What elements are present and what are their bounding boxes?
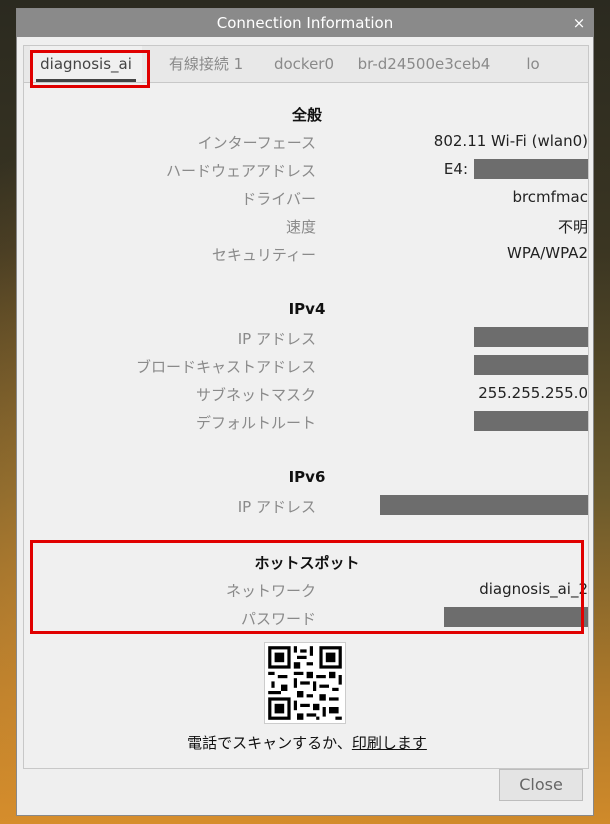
speed-label: 速度 bbox=[285, 218, 316, 236]
tab-wired-1[interactable]: 有線接続 1 bbox=[154, 46, 258, 82]
speed-value: 不明 bbox=[557, 218, 588, 236]
scan-text: 電話でスキャンするか、 bbox=[187, 734, 352, 752]
broadcast-address-redaction bbox=[474, 355, 588, 375]
hotspot-qr-code bbox=[264, 642, 346, 724]
broadcast-address-label: ブロードキャストアドレス bbox=[135, 358, 316, 376]
default-route-label: デフォルトルート bbox=[195, 414, 316, 432]
connection-notebook: diagnosis_ai 有線接続 1 docker0 br-d24500e3c… bbox=[23, 45, 589, 769]
ipv4-address-redaction bbox=[474, 327, 588, 347]
security-label: セキュリティー bbox=[211, 246, 316, 264]
tab-bar: diagnosis_ai 有線接続 1 docker0 br-d24500e3c… bbox=[24, 46, 588, 83]
driver-label: ドライバー bbox=[241, 190, 316, 208]
window-title: Connection Information bbox=[216, 14, 394, 32]
close-icon[interactable]: × bbox=[571, 9, 587, 37]
tab-br-d24500e3ceb4[interactable]: br-d24500e3ceb4 bbox=[350, 46, 498, 82]
subnet-mask-label: サブネットマスク bbox=[195, 386, 316, 404]
hotspot-network-label: ネットワーク bbox=[225, 582, 316, 600]
qr-code-icon bbox=[265, 643, 345, 723]
interface-value: 802.11 Wi-Fi (wlan0) bbox=[433, 132, 588, 150]
hardware-address-value: E4: bbox=[443, 160, 468, 178]
print-link[interactable]: 印刷します bbox=[352, 734, 427, 752]
ipv6-address-label: IP アドレス bbox=[237, 498, 316, 516]
qr-scan-instructions: 電話でスキャンするか、印刷します bbox=[24, 732, 590, 753]
security-value: WPA/WPA2 bbox=[507, 244, 588, 262]
titlebar: Connection Information × bbox=[17, 9, 593, 37]
close-button[interactable]: Close bbox=[499, 769, 583, 801]
connection-info-dialog: Connection Information × diagnosis_ai 有線… bbox=[16, 8, 594, 816]
default-route-redaction bbox=[474, 411, 588, 431]
hotspot-password-label: パスワード bbox=[240, 610, 316, 628]
tab-docker0[interactable]: docker0 bbox=[268, 46, 340, 82]
hardware-address-redaction bbox=[474, 159, 588, 179]
interface-label: インターフェース bbox=[197, 134, 316, 152]
general-section-title: 全般 bbox=[291, 106, 322, 124]
hotspot-section-title: ホットスポット bbox=[254, 554, 360, 572]
tab-lo[interactable]: lo bbox=[518, 46, 548, 82]
ipv4-section-title: IPv4 bbox=[288, 300, 326, 318]
tab-diagnosis-ai[interactable]: diagnosis_ai bbox=[30, 46, 142, 82]
ipv6-address-redaction bbox=[380, 495, 588, 515]
hotspot-password-redaction bbox=[444, 607, 588, 627]
hardware-address-label: ハードウェアアドレス bbox=[165, 162, 316, 180]
ipv6-section-title: IPv6 bbox=[288, 468, 326, 486]
driver-value: brcmfmac bbox=[512, 188, 588, 206]
ipv4-address-label: IP アドレス bbox=[237, 330, 316, 348]
subnet-mask-value: 255.255.255.0 bbox=[478, 384, 588, 402]
hotspot-network-value: diagnosis_ai_2 bbox=[479, 580, 588, 598]
